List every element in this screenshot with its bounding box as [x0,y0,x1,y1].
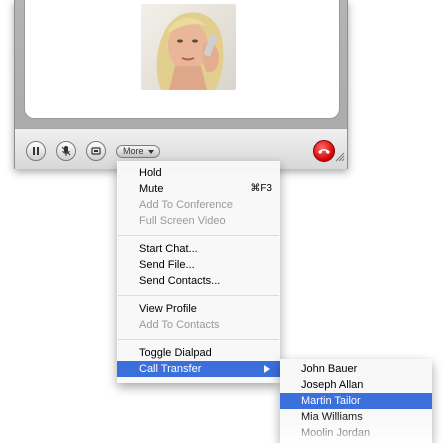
menu-item-shortcut: ⌘F3 [250,183,272,194]
contact-avatar [141,4,236,90]
contact-name: Joseph Allan [301,379,364,391]
chevron-down-icon [148,150,154,154]
menu-item-full-screen-video: Full Screen Video [117,213,280,229]
menu-item-label: Full Screen Video [139,215,226,227]
transfer-contact-item[interactable]: John Bauer [280,361,432,377]
menu-item-label: Toggle Dialpad [139,347,212,359]
menu-item-label: View Profile [139,303,197,315]
call-transfer-submenu: John Bauer Joseph Allan Martin Tailor Mi… [280,359,432,443]
menu-item-toggle-dialpad[interactable]: Toggle Dialpad [117,345,280,361]
video-area [24,0,340,119]
transfer-contact-item[interactable]: Mia Williams [280,409,432,425]
menu-item-label: Add To Conference [139,199,233,211]
menu-item-label: Start Chat... [139,243,198,255]
video-button[interactable] [86,141,106,161]
menu-item-send-contacts[interactable]: Send Contacts... [117,273,280,289]
transfer-contact-item[interactable]: Martin Tailor [280,393,432,409]
menu-item-label: Call Transfer [139,363,202,375]
mute-microphone-button[interactable] [56,141,76,161]
menu-item-send-file[interactable]: Send File... [117,257,280,273]
menu-item-label: Add To Contacts [139,319,220,331]
transfer-contact-item[interactable]: Joseph Allan [280,377,432,393]
pause-button[interactable] [26,141,46,161]
menu-separator [117,289,280,301]
menu-item-start-chat[interactable]: Start Chat... [117,241,280,257]
menu-item-call-transfer[interactable]: Call Transfer [117,361,280,377]
transfer-contact-item[interactable]: Moolin Jordan [280,425,432,441]
menu-item-label: Hold [139,167,162,179]
call-window: More [14,0,348,169]
contact-name: Moolin Jordan [301,427,371,439]
menu-separator [117,333,280,345]
hangup-button[interactable] [313,140,335,162]
menu-item-add-to-conference: Add To Conference [117,197,280,213]
menu-item-label: Mute [139,183,164,195]
contact-name: Mia Williams [301,411,363,423]
resize-grip-icon[interactable] [335,149,345,167]
menu-item-label: Send File... [139,259,195,271]
menu-item-hold[interactable]: Hold [117,165,280,181]
submenu-arrow-icon [264,365,270,373]
menu-separator [117,229,280,241]
menu-item-mute[interactable]: Mute ⌘F3 [117,181,280,197]
more-button[interactable]: More [116,145,160,158]
contact-name: Martin Tailor [301,395,361,407]
more-button-label: More [123,146,144,156]
more-context-menu: Hold Mute ⌘F3 Add To Conference Full Scr… [117,161,280,383]
menu-item-view-profile[interactable]: View Profile [117,301,280,317]
contact-name: John Bauer [301,363,358,375]
menu-item-label: Send Contacts... [139,275,221,287]
menu-item-add-to-contacts: Add To Contacts [117,317,280,333]
